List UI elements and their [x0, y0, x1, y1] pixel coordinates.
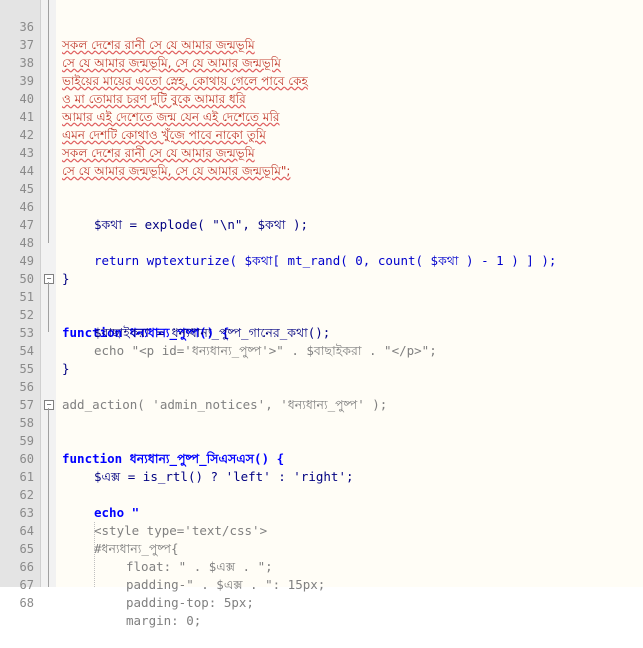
fold-line	[48, 282, 49, 332]
code-line: 62 echo "	[0, 468, 643, 520]
code-line: 36 সকল দেশের রানী সে যে আমার জন্মভূমি	[0, 0, 643, 52]
code-text[interactable]: padding-top: 5px;	[126, 594, 254, 612]
code-line: 42 সকল দেশের রানী সে যে আমার জন্মভূমি	[0, 108, 643, 160]
code-text[interactable]: margin: 0;	[126, 612, 201, 630]
code-line: 45	[0, 162, 643, 196]
code-line: 56 add_action( 'admin_notices', 'ধন্যধান…	[0, 360, 643, 412]
code-line: 40 আমার এই দেশেতে জন্ম যেন এই দেশেতে মরি	[0, 72, 643, 124]
fold-line	[48, 0, 49, 243]
code-line: 48 return wptexturize( $কথা[ mt_rand( 0,…	[0, 216, 643, 268]
code-line: 60 $এক্স = is_rtl() ? 'left' : 'right';	[0, 432, 643, 484]
code-line: 57	[0, 378, 643, 412]
code-line: 49 }	[0, 234, 643, 286]
code-line: 68 margin: 0;	[0, 576, 643, 628]
code-line: 37 সে যে আমার জন্মভূমি, সে যে আমার জন্মভ…	[0, 18, 643, 70]
code-line: 52 $বাছাইকরা = ধন্যধান্য_পুষ্প_গানের_কথা…	[0, 288, 643, 340]
line-number: 68	[19, 596, 34, 610]
code-line: 51 − function ধন্যধান্য_পুষ্প() {	[0, 270, 643, 340]
code-line: 43 সে যে আমার জন্মভূমি, সে যে আমার জন্মভ…	[0, 126, 643, 178]
code-line: 67 padding-top: 5px;	[0, 558, 643, 610]
code-line: 59	[0, 414, 643, 448]
code-line: 64 #ধন্যধান্য_পুষ্প{	[0, 504, 643, 556]
fold-line	[48, 408, 49, 587]
code-line: 53 echo "<p id='ধন্যধান্য_পুষ্প'>" . $বা…	[0, 306, 643, 358]
code-line: 47	[0, 198, 643, 232]
code-line: 44	[0, 144, 643, 178]
code-line: 50	[0, 252, 643, 286]
code-line: 55	[0, 342, 643, 376]
indent-guide	[94, 522, 96, 587]
code-line: 58 − function ধন্যধান্য_পুষ্প_সিএসএস() {	[0, 396, 643, 466]
code-line: 61	[0, 450, 643, 484]
fold-collapse-icon[interactable]: −	[44, 400, 54, 410]
code-line: 63 <style type='text/css'>	[0, 486, 643, 538]
code-line: 39 ও মা তোমার চরণ দুটি বুকে আমার ধরি	[0, 54, 643, 106]
code-line: 41 এমন দেশটি কোথাও খুঁজে পাবে নাকো তুমি	[0, 90, 643, 142]
code-line: 38 ভাইয়ের মায়ের এতো স্নেহ, কোথায় গেলে…	[0, 36, 643, 88]
code-line: 46 $কথা = explode( "\n", $কথা );	[0, 180, 643, 232]
code-line: 66 padding-" . $এক্স . ": 15px;	[0, 540, 643, 592]
code-line: 65 float: " . $এক্স . ";	[0, 522, 643, 574]
code-line: 54 }	[0, 324, 643, 376]
fold-collapse-icon[interactable]: −	[44, 274, 54, 284]
